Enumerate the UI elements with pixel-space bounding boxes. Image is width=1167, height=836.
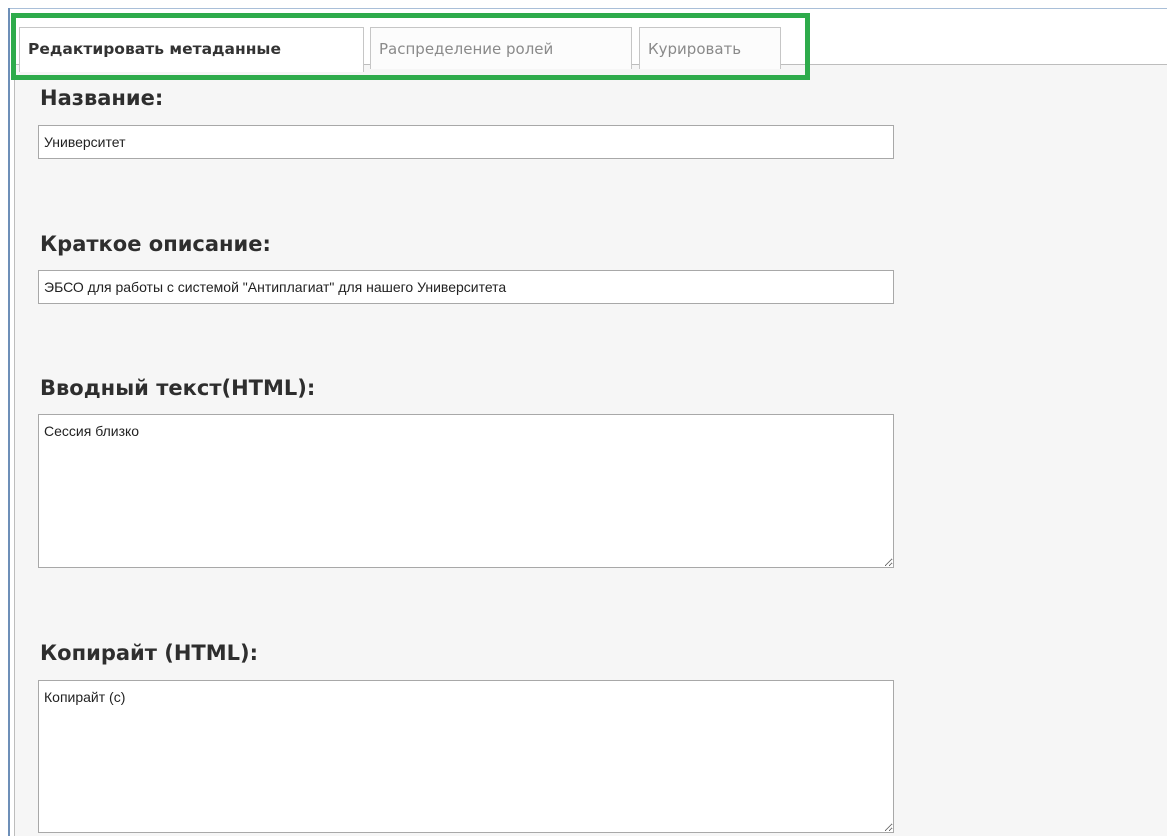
name-field[interactable] xyxy=(38,125,894,159)
page: Редактировать метаданные Распределение р… xyxy=(0,0,1167,836)
intro-text-field[interactable]: Сессия близко xyxy=(38,414,894,568)
page-frame-left xyxy=(8,8,10,836)
page-frame-top xyxy=(8,8,1167,9)
tab-edit-metadata[interactable]: Редактировать метаданные xyxy=(19,27,364,72)
tab-role-assignment[interactable]: Распределение ролей xyxy=(370,27,632,69)
short-description-label: Краткое описание: xyxy=(40,232,271,256)
short-description-field[interactable] xyxy=(38,270,894,304)
copyright-field[interactable]: Копирайт (с) xyxy=(38,680,894,833)
name-label: Название: xyxy=(40,86,164,110)
tab-curate[interactable]: Курировать xyxy=(639,27,781,69)
intro-text-label: Вводный текст(HTML): xyxy=(40,376,316,400)
copyright-label: Копирайт (HTML): xyxy=(40,641,258,665)
